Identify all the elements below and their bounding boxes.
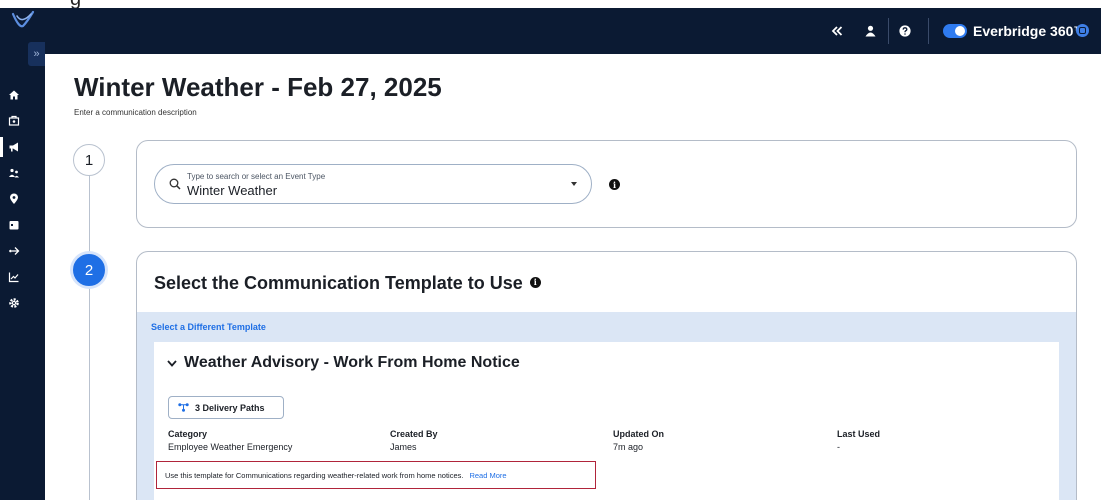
step-2-indicator: 2 <box>73 254 105 286</box>
created-by-column: Created By James <box>390 429 438 452</box>
sidebar-item-communications[interactable] <box>0 134 45 160</box>
updated-on-label: Updated On <box>613 429 664 439</box>
category-column: Category Employee Weather Emergency <box>168 429 292 452</box>
everbridge-logo-icon <box>11 10 35 28</box>
people-icon <box>9 168 19 178</box>
template-selection-card: Select the Communication Template to Use… <box>136 251 1077 500</box>
template-panel: Weather Advisory - Work From Home Notice… <box>154 342 1059 500</box>
sidebar: » <box>0 8 45 500</box>
home-icon <box>9 90 19 100</box>
template-description: Use this template for Communications reg… <box>165 470 464 480</box>
collapse-icon[interactable] <box>829 22 845 40</box>
event-type-select[interactable]: Type to search or select an Event Type <box>154 164 592 204</box>
sidebar-item-analytics[interactable] <box>0 264 45 290</box>
chevron-down-icon[interactable] <box>166 357 178 369</box>
sidebar-item-settings[interactable] <box>0 290 45 316</box>
category-value: Employee Weather Emergency <box>168 442 293 452</box>
sidebar-item-people[interactable] <box>0 160 45 186</box>
page-description[interactable]: Enter a communication description <box>74 108 197 117</box>
brand-menu-icon[interactable] <box>1076 24 1089 37</box>
delivery-paths-button[interactable]: 3 Delivery Paths <box>168 396 284 419</box>
settings-icon <box>9 298 19 308</box>
analytics-icon <box>8 272 19 283</box>
template-section-title: Select the Communication Template to Use… <box>154 273 541 294</box>
flow-icon <box>9 247 20 255</box>
info-icon[interactable]: i <box>609 179 620 190</box>
top-strip: g <box>0 0 1101 8</box>
main-content: Winter Weather - Feb 27, 2025 Enter a co… <box>45 54 1101 500</box>
template-name: Weather Advisory - Work From Home Notice <box>184 354 520 371</box>
created-by-value: James <box>390 442 417 452</box>
search-icon <box>169 178 181 190</box>
template-header[interactable]: Weather Advisory - Work From Home Notice <box>166 354 520 372</box>
last-used-value: - <box>837 442 840 452</box>
event-type-input[interactable] <box>187 183 547 198</box>
delivery-paths-icon <box>178 403 189 412</box>
user-icon[interactable] <box>863 22 877 40</box>
created-by-label: Created By <box>390 429 438 439</box>
topbar-divider <box>928 18 929 44</box>
step-1-indicator: 1 <box>73 144 105 176</box>
select-different-template-link[interactable]: Select a Different Template <box>151 322 266 332</box>
brand-toggle[interactable] <box>943 24 967 38</box>
chevron-down-icon[interactable] <box>571 182 577 186</box>
sidebar-item-incidents[interactable] <box>0 108 45 134</box>
info-icon[interactable]: i <box>529 276 541 288</box>
brand-name: Everbridge 360™ <box>973 23 1088 39</box>
event-type-card: Type to search or select an Event Type i <box>136 140 1077 228</box>
category-label: Category <box>168 429 208 439</box>
calendar-icon <box>9 221 19 230</box>
sidebar-item-locations[interactable] <box>0 186 45 212</box>
last-used-label: Last Used <box>837 429 881 439</box>
topbar-divider <box>888 18 889 44</box>
event-type-placeholder: Type to search or select an Event Type <box>187 172 326 181</box>
last-used-column: Last Used - <box>837 429 880 452</box>
sidebar-item-home[interactable] <box>0 82 45 108</box>
incident-icon <box>8 115 20 126</box>
delivery-paths-label: 3 Delivery Paths <box>195 402 265 413</box>
template-area: Select a Different Template Weather Advi… <box>137 312 1076 500</box>
location-pin-icon <box>10 193 18 204</box>
updated-on-value: 7m ago <box>613 442 644 452</box>
top-nav-bar: Everbridge 360™ <box>45 8 1101 54</box>
chevron-double-right-icon: » <box>33 48 40 60</box>
sidebar-item-schedule[interactable] <box>0 212 45 238</box>
expand-sidebar-button[interactable]: » <box>28 42 45 66</box>
help-icon[interactable] <box>898 22 912 40</box>
read-more-link[interactable]: Read More <box>469 471 506 480</box>
cut-off-text: g <box>70 0 81 8</box>
template-section-title-text: Select the Communication Template to Use <box>154 273 523 293</box>
page-title[interactable]: Winter Weather - Feb 27, 2025 <box>74 72 442 103</box>
megaphone-icon <box>9 142 18 152</box>
updated-on-column: Updated On 7m ago <box>613 429 664 452</box>
stepper-line <box>89 174 90 500</box>
template-description-box: Use this template for Communications reg… <box>156 461 596 489</box>
sidebar-item-workflows[interactable] <box>0 238 45 264</box>
